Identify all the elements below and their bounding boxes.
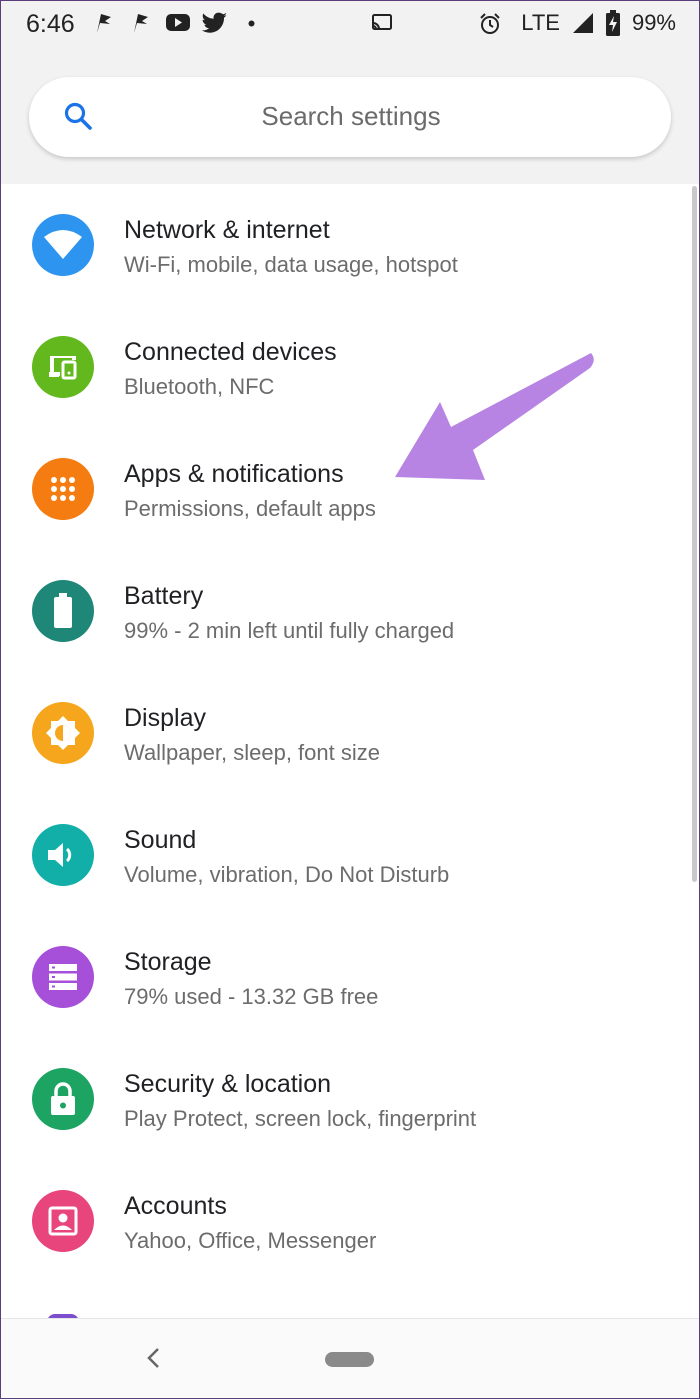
settings-item-network[interactable]: Network & internet Wi-Fi, mobile, data u… <box>0 184 694 306</box>
signal-icon <box>572 13 593 33</box>
settings-item-subtitle: Bluetooth, NFC <box>124 374 275 399</box>
flag-icon <box>97 14 111 33</box>
settings-item-title: Storage <box>124 948 212 976</box>
youtube-icon <box>166 14 190 31</box>
settings-item-battery[interactable]: Battery 99% - 2 min left until fully cha… <box>0 550 694 672</box>
settings-item-subtitle: Volume, vibration, Do Not Disturb <box>124 862 450 887</box>
navigation-bar <box>0 1318 700 1400</box>
settings-item-storage[interactable]: Storage 79% used - 13.32 GB free <box>0 916 694 1038</box>
network-type: LTE <box>521 10 560 35</box>
search-area: Search settings <box>0 50 700 184</box>
settings-item-sound[interactable]: Sound Volume, vibration, Do Not Disturb <box>0 794 694 916</box>
settings-item-title: Display <box>124 704 206 732</box>
settings-item-subtitle: Play Protect, screen lock, fingerprint <box>124 1106 477 1131</box>
storage-icon <box>32 946 94 1008</box>
apps-grid-icon <box>32 458 94 520</box>
settings-item-subtitle: 99% - 2 min left until fully charged <box>124 618 455 643</box>
status-bar: 6:46 LTE 99% <box>0 0 700 50</box>
settings-item-title: Connected devices <box>124 338 337 366</box>
settings-item-title: Battery <box>124 582 204 610</box>
settings-item-subtitle: Yahoo, Office, Messenger <box>124 1228 377 1253</box>
back-icon[interactable] <box>143 1343 163 1373</box>
flag-icon <box>134 14 148 33</box>
search-placeholder[interactable]: Search settings <box>29 101 671 132</box>
status-time: 6:46 <box>26 10 75 38</box>
devices-icon <box>32 336 94 398</box>
twitter-icon <box>202 12 227 33</box>
settings-item-accounts[interactable]: Accounts Yahoo, Office, Messenger <box>0 1160 694 1282</box>
brightness-icon <box>32 702 94 764</box>
battery-charging-icon <box>605 10 620 36</box>
volume-icon <box>32 824 94 886</box>
settings-item-subtitle: 79% used - 13.32 GB free <box>124 984 379 1009</box>
home-pill-icon[interactable] <box>325 1352 374 1367</box>
settings-item-subtitle: Wallpaper, sleep, font size <box>124 740 380 765</box>
battery-percent: 99% <box>631 10 676 35</box>
battery-icon <box>32 580 94 642</box>
wifi-icon <box>32 214 94 276</box>
account-box-icon <box>32 1190 94 1252</box>
settings-item-apps[interactable]: Apps & notifications Permissions, defaul… <box>0 428 694 550</box>
settings-item-subtitle: Wi-Fi, mobile, data usage, hotspot <box>124 252 458 277</box>
settings-item-title: Accounts <box>124 1192 227 1220</box>
alarm-icon <box>480 13 500 34</box>
cast-icon <box>372 14 392 30</box>
scrollbar[interactable] <box>692 186 697 882</box>
settings-item-title: Sound <box>124 826 197 854</box>
settings-item-connected-devices[interactable]: Connected devices Bluetooth, NFC <box>0 306 694 428</box>
dot-icon <box>248 20 255 27</box>
settings-item-title: Network & internet <box>124 216 330 244</box>
settings-item-subtitle: Permissions, default apps <box>124 496 376 521</box>
status-right: LTE 99% <box>521 10 676 36</box>
settings-item-title: Security & location <box>124 1070 332 1098</box>
settings-item-title: Apps & notifications <box>124 460 344 488</box>
search-bar[interactable]: Search settings <box>29 77 671 157</box>
settings-item-display[interactable]: Display Wallpaper, sleep, font size <box>0 672 694 794</box>
settings-item-security[interactable]: Security & location Play Protect, screen… <box>0 1038 694 1160</box>
lock-icon <box>32 1068 94 1130</box>
